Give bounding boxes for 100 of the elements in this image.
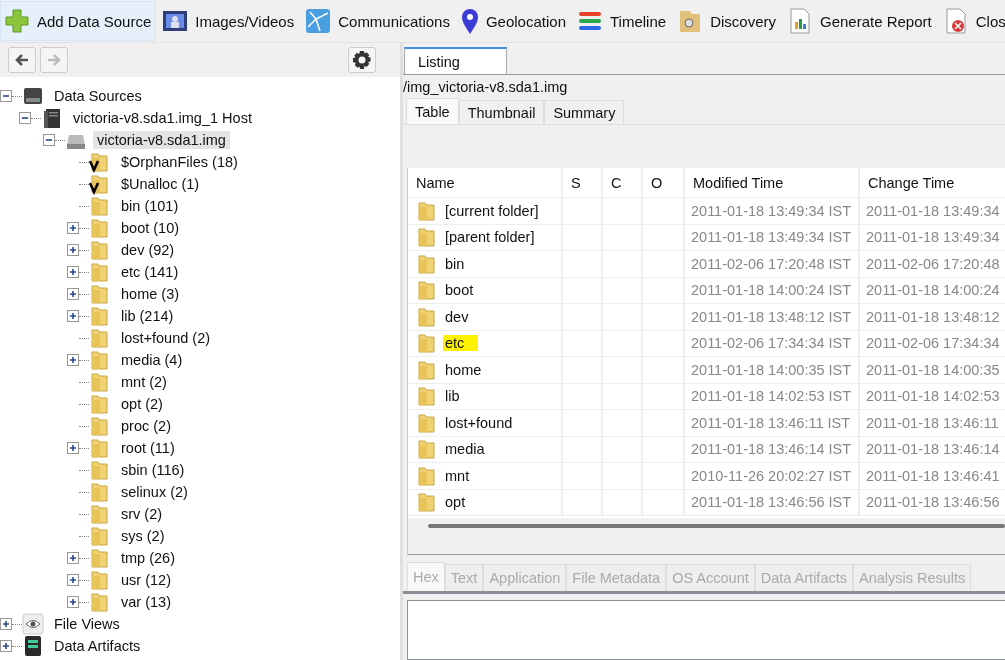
tree-node[interactable]: selinux (2)	[117, 483, 192, 501]
table-cell: 2010-11-26 20:02:27 IST	[685, 463, 860, 490]
file-name: bin	[444, 255, 465, 272]
file-name: lost+found	[444, 414, 513, 431]
folder-icon	[416, 332, 438, 355]
folder-icon	[416, 305, 438, 328]
tree-node[interactable]: lost+found (2)	[117, 329, 215, 347]
plus-icon	[2, 620, 10, 628]
back-button[interactable]	[8, 47, 36, 73]
tree-node[interactable]: boot (10)	[117, 219, 184, 237]
tree-node[interactable]: dev (92)	[117, 241, 179, 259]
tree-node[interactable]: usr (12)	[117, 571, 175, 589]
tree-node[interactable]: File Views	[50, 615, 124, 633]
folder-icon	[416, 279, 438, 302]
table-cell: 2011-01-18 13:46:14	[860, 436, 1005, 463]
file-name: home	[444, 361, 482, 378]
tree-node[interactable]: mnt (2)	[117, 373, 171, 391]
back-arrow-icon	[14, 52, 30, 68]
column-header[interactable]: C	[603, 168, 643, 198]
minus-icon	[45, 136, 53, 144]
tree-node[interactable]: $OrphanFiles (18)	[117, 153, 242, 171]
column-header[interactable]: Name	[408, 168, 563, 198]
table-cell: 2011-01-18 13:46:41	[860, 463, 1005, 490]
tree-node[interactable]: etc (141)	[117, 263, 183, 281]
tree-node[interactable]: victoria-v8.sda1.img_1 Host	[69, 109, 256, 127]
column-header[interactable]: Modified Time	[685, 168, 860, 198]
view-tab[interactable]: Thumbnail	[458, 100, 545, 124]
tree-node[interactable]: tmp (26)	[117, 549, 179, 567]
view-tab[interactable]: Summary	[544, 100, 625, 124]
toolbar-button[interactable]: Timeline	[573, 1, 672, 41]
tree-node[interactable]: lib (214)	[117, 307, 178, 325]
table-cell: 2011-01-18 14:02:53	[860, 383, 1005, 410]
tree-node[interactable]: var (13)	[117, 593, 175, 611]
view-tab[interactable]: Table	[406, 98, 459, 124]
toolbar-button[interactable]: Images/Videos	[158, 1, 300, 41]
tree-node[interactable]: opt (2)	[117, 395, 167, 413]
folder-icon	[89, 239, 111, 261]
expand-toggle[interactable]	[67, 596, 79, 608]
folder-icon	[89, 591, 111, 613]
tree-node[interactable]: victoria-v8.sda1.img	[93, 131, 230, 149]
expand-toggle[interactable]	[67, 574, 79, 586]
tree-node[interactable]: $Unalloc (1)	[117, 175, 204, 193]
tree-node[interactable]: proc (2)	[117, 417, 175, 435]
table-cell: 2011-02-06 17:20:48	[860, 251, 1005, 278]
folder-icon	[89, 283, 111, 305]
table-cell: 2011-01-18 13:46:11 IST	[685, 410, 860, 437]
expand-toggle[interactable]	[67, 552, 79, 564]
collapse-toggle[interactable]	[0, 90, 12, 102]
toolbar-button[interactable]: Generate Report	[783, 1, 937, 41]
collapse-toggle[interactable]	[43, 134, 55, 146]
minus-icon	[21, 114, 29, 122]
expand-toggle[interactable]	[67, 266, 79, 278]
folder-icon	[89, 393, 111, 415]
table-cell: 2011-01-18 13:48:12	[860, 304, 1005, 331]
path-text: /img_victoria-v8.sda1.img	[403, 79, 568, 95]
expand-toggle[interactable]	[67, 288, 79, 300]
table-cell: 2011-01-18 13:49:34	[860, 198, 1005, 225]
toolbar-button[interactable]: Clos	[938, 1, 1005, 41]
expand-toggle[interactable]	[0, 618, 12, 630]
toolbar-button[interactable]: Communications	[301, 1, 455, 41]
tree-node[interactable]: Data Artifacts	[50, 637, 145, 655]
expand-toggle[interactable]	[67, 244, 79, 256]
toolbar-button[interactable]: Discovery	[673, 1, 781, 41]
expand-toggle[interactable]	[67, 310, 79, 322]
table-cell: 2011-01-18 14:00:35 IST	[685, 357, 860, 384]
folder-icon	[416, 464, 438, 487]
expand-toggle[interactable]	[67, 222, 79, 234]
folder-icon	[416, 252, 438, 275]
collapse-toggle[interactable]	[19, 112, 31, 124]
folder-icon	[89, 371, 111, 393]
folder-icon	[416, 199, 438, 222]
virtual-folder-icon	[89, 151, 111, 173]
expand-toggle[interactable]	[0, 640, 12, 652]
column-header[interactable]: Change Time	[860, 168, 1005, 198]
column-header[interactable]: S	[563, 168, 603, 198]
scrollbar-thumb[interactable]	[428, 524, 1005, 528]
tree-node[interactable]: root (11)	[117, 439, 179, 457]
tree-node[interactable]: media (4)	[117, 351, 187, 369]
column-header[interactable]: O	[643, 168, 685, 198]
plus-icon	[3, 7, 31, 35]
listing-tab[interactable]: Listing	[404, 47, 507, 74]
table-cell: 2011-02-06 17:34:34 IST	[685, 330, 860, 357]
plus-icon	[69, 290, 77, 298]
tree-node[interactable]: Data Sources	[50, 87, 146, 105]
highlighted-name: etc	[443, 335, 479, 352]
toolbar-button[interactable]: Geolocation	[456, 1, 571, 41]
tree-node[interactable]: srv (2)	[117, 505, 167, 523]
settings-button[interactable]	[348, 47, 376, 73]
table-cell: 2011-01-18 13:46:14 IST	[685, 436, 860, 463]
toolbar-button[interactable]: Add Data Source	[0, 1, 157, 41]
tree-node[interactable]: bin (101)	[117, 197, 183, 215]
table-cell: 2011-01-18 14:00:24 IST	[685, 277, 860, 304]
tree-node[interactable]: home (3)	[117, 285, 184, 303]
tree-node[interactable]: sbin (116)	[117, 461, 189, 479]
folder-icon	[416, 358, 438, 381]
expand-toggle[interactable]	[67, 354, 79, 366]
folder-icon	[89, 217, 111, 239]
expand-toggle[interactable]	[67, 442, 79, 454]
plus-icon	[69, 598, 77, 606]
tree-node[interactable]: sys (2)	[117, 527, 169, 545]
